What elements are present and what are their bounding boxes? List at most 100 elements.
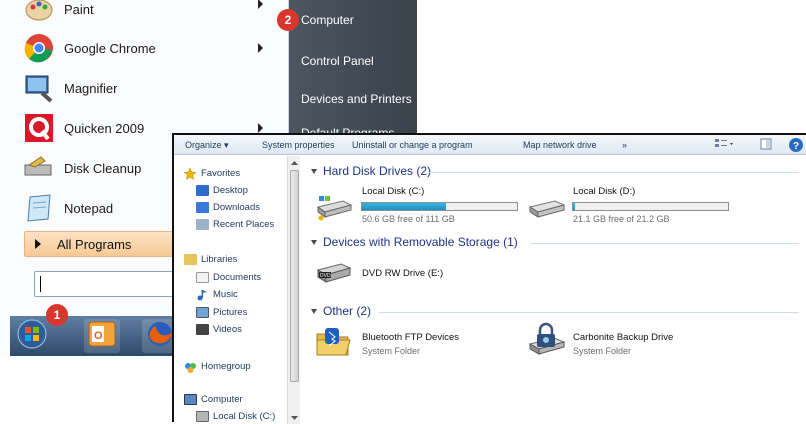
homegroup-icon — [184, 361, 197, 373]
program-label: Notepad — [64, 200, 114, 216]
nav-homegroup[interactable]: Homegroup — [184, 361, 251, 373]
drive-usage-fill — [362, 203, 446, 210]
uninstall-program-button[interactable]: Uninstall or change a program — [352, 140, 473, 150]
magnifier-icon — [22, 71, 56, 105]
scroll-up-arrow-icon[interactable] — [289, 159, 300, 167]
drive-name: Local Disk (D:) — [573, 186, 636, 197]
hard-drive-icon — [528, 200, 566, 218]
computer-icon — [184, 394, 197, 405]
view-options-icon — [715, 139, 733, 147]
nav-documents[interactable]: Documents — [196, 272, 261, 283]
help-button[interactable]: ? — [788, 137, 804, 155]
command-bar: Organize ▾ System properties Uninstall o… — [174, 135, 806, 155]
nav-libraries[interactable]: Libraries — [184, 254, 237, 265]
scrollbar-thumb[interactable] — [290, 170, 299, 382]
nav-label: Libraries — [201, 254, 238, 265]
nav-pictures[interactable]: Pictures — [196, 307, 247, 318]
nav-computer[interactable]: Computer — [184, 394, 243, 405]
videos-icon — [196, 324, 209, 335]
submenu-arrow-icon — [258, 123, 263, 133]
start-orb-icon — [17, 319, 47, 354]
group-divider — [429, 172, 799, 173]
star-icon — [183, 167, 197, 181]
svg-text:?: ? — [793, 141, 799, 152]
nav-recent-places[interactable]: Recent Places — [196, 219, 274, 230]
nav-label: Local Disk (C:) — [213, 411, 276, 422]
pictures-icon — [196, 307, 209, 318]
organize-button[interactable]: Organize ▾ — [185, 140, 229, 151]
group-title: Devices with Removable Storage (1) — [323, 235, 518, 249]
help-icon: ? — [789, 138, 803, 152]
nav-label: Recent Places — [213, 219, 275, 230]
svg-text:O: O — [94, 330, 103, 342]
svg-text:DVD: DVD — [320, 273, 331, 279]
program-label: Magnifier — [64, 80, 118, 96]
hard-drive-windows-icon — [316, 196, 353, 221]
nav-label: Desktop — [213, 185, 248, 196]
nav-desktop[interactable]: Desktop — [196, 185, 248, 196]
collapse-triangle-icon — [311, 168, 317, 174]
content-pane: Hard Disk Drives (2) Local Disk (C:) 50.… — [301, 156, 806, 424]
drive-usage-bar — [572, 202, 729, 211]
drive-name: Local Disk (C:) — [362, 186, 425, 197]
outlook-icon: O — [88, 320, 116, 353]
nav-music[interactable]: Music — [196, 289, 238, 301]
program-item-magnifier[interactable]: Magnifier — [22, 70, 277, 106]
nav-favorites[interactable]: Favorites — [183, 167, 241, 181]
places-item-control-panel[interactable]: Control Panel — [301, 54, 374, 68]
nav-label: Computer — [201, 394, 243, 405]
scroll-down-arrow-icon[interactable] — [289, 414, 300, 422]
group-header-other[interactable]: Other (2) — [311, 304, 371, 318]
disk-cleanup-icon — [22, 151, 56, 185]
more-commands-button[interactable]: » — [622, 140, 627, 150]
system-properties-button[interactable]: System properties — [262, 140, 335, 150]
taskbar-outlook-button[interactable]: O — [84, 319, 120, 353]
nav-videos[interactable]: Videos — [196, 324, 242, 335]
all-programs-label: All Programs — [57, 236, 132, 252]
places-item-computer[interactable]: Computer — [301, 13, 354, 27]
desktop-icon — [196, 185, 209, 196]
group-header-hard-disk-drives[interactable]: Hard Disk Drives (2) — [311, 164, 431, 178]
documents-icon — [196, 272, 209, 283]
taskbar: O — [10, 316, 178, 356]
start-menu-places-pane: Computer Control Panel Devices and Print… — [289, 0, 417, 140]
hard-drive-icon — [196, 411, 209, 422]
drive-usage-bar — [361, 202, 518, 211]
program-label: Paint — [64, 1, 94, 17]
submenu-arrow-icon — [258, 0, 263, 9]
group-header-removable-storage[interactable]: Devices with Removable Storage (1) — [311, 235, 518, 249]
dvd-drive-icon: DVD — [316, 263, 352, 283]
step-badge-1: 1 — [46, 304, 68, 326]
bluetooth-folder-icon — [316, 328, 351, 356]
drive-free-space: 21.1 GB free of 21.2 GB — [573, 214, 670, 224]
collapse-triangle-icon — [311, 308, 317, 314]
nav-label: Favorites — [201, 168, 241, 179]
dvd-drive-name: DVD RW Drive (E:) — [362, 268, 444, 279]
music-note-icon — [196, 289, 209, 301]
step-badge-2: 2 — [277, 9, 299, 31]
text-caret — [40, 276, 41, 292]
recent-places-icon — [196, 219, 209, 230]
nav-label: Videos — [213, 324, 242, 335]
explorer-window: Organize ▾ System properties Uninstall o… — [172, 133, 806, 424]
chrome-icon — [22, 31, 56, 65]
view-options-button[interactable] — [714, 138, 736, 152]
program-item-google-chrome[interactable]: Google Chrome — [22, 30, 277, 66]
nav-local-disk-c[interactable]: Local Disk (C:) — [196, 411, 275, 422]
group-divider — [379, 312, 799, 313]
start-button[interactable] — [14, 319, 50, 353]
nav-label: Music — [213, 289, 238, 300]
places-item-devices-printers[interactable]: Devices and Printers — [301, 92, 412, 106]
notepad-icon — [22, 191, 56, 225]
preview-pane-icon — [760, 138, 772, 150]
navigation-scrollbar[interactable] — [287, 156, 300, 424]
quicken-icon — [22, 111, 56, 145]
nav-downloads[interactable]: Downloads — [196, 202, 260, 213]
group-title: Hard Disk Drives (2) — [323, 164, 432, 178]
group-title: Other (2) — [323, 304, 372, 318]
map-network-drive-button[interactable]: Map network drive — [523, 140, 597, 150]
nav-label: Pictures — [213, 307, 248, 318]
navigation-pane: Favorites Desktop Downloads Recent Place… — [174, 156, 287, 424]
preview-pane-button[interactable] — [760, 138, 772, 152]
program-item-paint[interactable]: Paint — [22, 0, 277, 27]
